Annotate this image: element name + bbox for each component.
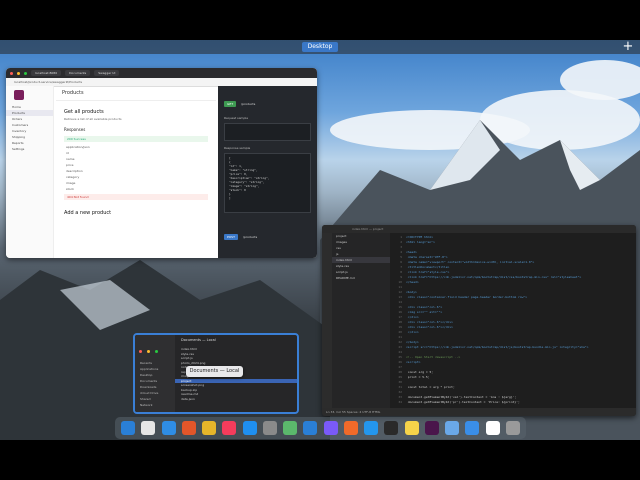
desktop-space-button[interactable]: Desktop — [302, 42, 338, 52]
line-text: <div class="col-6"></div> — [406, 320, 453, 324]
line-text: <body> — [406, 290, 417, 294]
line-text: <!DOCTYPE html> — [406, 235, 434, 239]
close-icon[interactable] — [10, 71, 13, 75]
line-text: print = 5.5; — [406, 375, 430, 379]
notes-icon[interactable] — [404, 421, 419, 435]
method-badge: GET — [224, 101, 237, 107]
close-icon[interactable] — [139, 350, 142, 353]
figma-icon[interactable] — [323, 421, 338, 435]
brave-icon[interactable] — [181, 421, 196, 435]
response-sample-code: [ { "id": 1, "name": "string", "price": … — [224, 153, 311, 213]
trash-icon[interactable] — [505, 421, 520, 435]
vs-code-icon[interactable] — [303, 421, 318, 435]
activity-bar — [322, 233, 332, 416]
add-product-heading: Add a new product — [64, 210, 112, 216]
line-text: </div> — [406, 315, 419, 319]
line-number: 34 — [398, 400, 402, 404]
finder-sidebar-item[interactable]: Network — [135, 402, 175, 408]
docker-icon[interactable] — [364, 421, 379, 435]
letterbox-top — [0, 0, 640, 40]
dock — [115, 417, 526, 439]
line-text: document.getElementById('pr').textConten… — [406, 400, 520, 404]
browser-tab-bar: localhost:8080 Documents Swagger UI — [6, 68, 317, 78]
maximize-icon[interactable] — [24, 71, 27, 75]
launchpad-icon[interactable] — [141, 421, 156, 435]
line-text: <div class="container-fluid header page-… — [406, 295, 528, 299]
line-text: </body> — [406, 340, 419, 344]
response-200[interactable]: 200 Success — [64, 136, 208, 142]
line-text: <link href="https://cdn.jsdelivr.net/npm… — [406, 275, 582, 279]
finder-title: Documents — Local — [181, 338, 216, 342]
line-text: <img src="" alt=""> — [406, 310, 443, 314]
postman-icon[interactable] — [343, 421, 358, 435]
app-store-icon[interactable] — [242, 421, 257, 435]
line-text: <script> — [406, 360, 421, 364]
calendar-icon[interactable] — [485, 421, 500, 435]
line-text: <!-- Open Start Javascript --> — [406, 355, 461, 359]
file-row[interactable]: data.json — [175, 397, 297, 402]
responses-heading: Responses — [64, 127, 86, 132]
endpoint-heading: Get all products — [64, 109, 104, 115]
add-space-button[interactable]: + — [621, 40, 635, 54]
line-text: </div> — [406, 330, 419, 334]
line-text: <meta name="viewport" content="width=dev… — [406, 260, 535, 264]
line-text: const total = arg * print; — [406, 385, 455, 389]
schema-field: stock — [66, 187, 74, 191]
chrome-icon[interactable] — [202, 421, 217, 435]
sidebar-item[interactable]: Settings — [6, 146, 53, 152]
line-text: <title>Document</title> — [406, 265, 450, 269]
file-explorer: project images css js index.html style.c… — [332, 233, 390, 416]
browser-tab[interactable]: localhost:8080 — [31, 70, 62, 76]
browser-tab[interactable]: Documents — [65, 70, 91, 76]
minimize-icon[interactable] — [17, 71, 20, 75]
line-text: <script src="https://cdn.jsdelivr.net/np… — [406, 345, 589, 349]
code-editor-window[interactable]: index.html — project project images css … — [322, 225, 636, 416]
line-text: <div class="col-6"></div> — [406, 325, 453, 329]
code-area[interactable]: 1 <!DOCTYPE html> 2 <html lang="en"> 3 4 <head… — [390, 233, 636, 410]
maximize-icon[interactable] — [155, 350, 159, 353]
endpoint-path: /products — [243, 235, 258, 239]
maps-icon[interactable] — [283, 421, 298, 435]
code-line: ] — [229, 196, 231, 200]
api-sidebar: Home Products Orders Customers Inventory… — [6, 86, 54, 258]
browser-tab[interactable]: Swagger UI — [94, 70, 120, 76]
line-text: document.getElementById('val').textConte… — [406, 395, 517, 399]
minimize-icon[interactable] — [147, 350, 151, 353]
line-text: <meta charset="UTF-8"> — [406, 255, 448, 259]
request-sample-label: Request sample — [224, 116, 249, 120]
finder-sidebar: Recents Applications Desktop Documents D… — [135, 335, 175, 412]
code-line[interactable]: 34 document.getElementById('pr').textCon… — [390, 400, 636, 405]
code-samples-panel: GET /products Request sample Response sa… — [218, 86, 317, 258]
line-text: <link href="style.css"> — [406, 270, 450, 274]
response-404[interactable]: 404 Not found — [64, 194, 208, 200]
settings-icon[interactable] — [262, 421, 277, 435]
music-icon[interactable] — [222, 421, 237, 435]
window-title-tooltip: Documents — Local — [186, 366, 243, 377]
request-sample-box — [224, 123, 311, 141]
endpoint-path: /products — [241, 102, 256, 106]
status-bar: Ln 33, Col 55 Spaces: 4 UTF-8 HTML — [322, 408, 636, 416]
preview-icon[interactable] — [445, 421, 460, 435]
letterbox-bottom — [0, 440, 640, 480]
api-docs-main: Products Get all products Retrieve a lis… — [56, 86, 216, 258]
line-text: </head> — [406, 280, 419, 284]
line-text: <div class="col-6"> — [406, 305, 443, 309]
mail-icon[interactable] — [465, 421, 480, 435]
finder-icon[interactable] — [121, 421, 136, 435]
browser-window[interactable]: localhost:8080 Documents Swagger UI loca… — [6, 68, 317, 258]
method-badge: POST — [224, 234, 238, 240]
editor-title: index.html — project — [322, 225, 636, 233]
line-text: <html lang="en"> — [406, 240, 435, 244]
section-title: Products — [56, 86, 216, 101]
slack-icon[interactable] — [424, 421, 439, 435]
terminal-icon[interactable] — [384, 421, 399, 435]
response-sample-label: Response sample — [224, 146, 251, 150]
safari-icon[interactable] — [161, 421, 176, 435]
line-text: <head> — [406, 250, 417, 254]
explorer-item[interactable]: README.md — [332, 275, 390, 281]
app-logo — [14, 90, 24, 100]
line-text: const arg = 5; — [406, 370, 434, 374]
